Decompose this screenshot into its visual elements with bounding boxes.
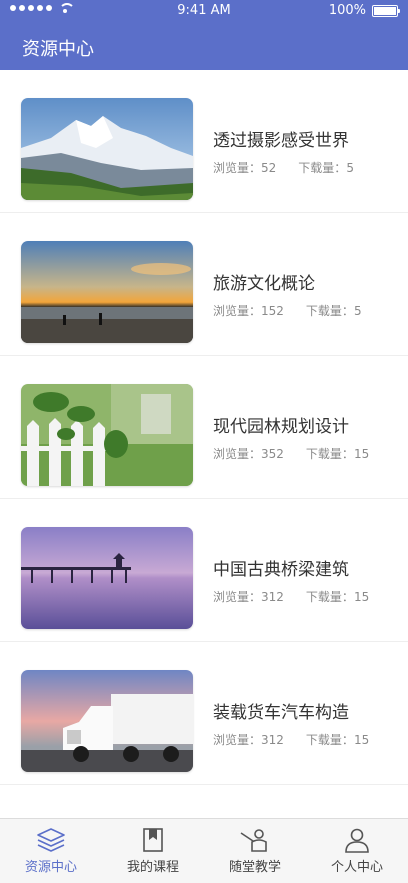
item-title: 透过摄影感受世界	[213, 131, 349, 151]
list-item[interactable]: 装载货车汽车构造 浏览量：312 下载量：15	[0, 642, 408, 785]
downloads-count: 15	[353, 733, 370, 747]
list-item[interactable]: 透过摄影感受世界 浏览量：52 下载量：5	[0, 70, 408, 213]
snowy-mountain-photo	[21, 98, 193, 200]
views-count: 312	[261, 733, 284, 747]
list-item[interactable]: 中国古典桥梁建筑 浏览量：312 下载量：15	[0, 499, 408, 642]
list-item[interactable]: 旅游文化概论 浏览量：152 下载量：5	[0, 213, 408, 356]
battery-icon	[372, 4, 400, 17]
item-title: 装载货车汽车构造	[213, 703, 349, 723]
semi-truck-photo	[21, 670, 193, 772]
tab-label: 资源中心	[24, 860, 77, 875]
downloads-count: 15	[353, 447, 370, 461]
bottom-tab-bar: 资源中心 我的课程 随堂教学 个人中心	[0, 818, 408, 883]
downloads-label: 下载量：	[305, 590, 354, 604]
item-stats: 浏览量：352 下载量：15	[213, 445, 369, 462]
views-label: 浏览量：	[213, 447, 262, 461]
tab-label: 随堂教学	[228, 860, 281, 875]
tab-classroom-teaching[interactable]: 随堂教学	[204, 819, 306, 883]
tab-label: 个人中心	[330, 860, 383, 875]
downloads-label: 下载量：	[305, 733, 354, 747]
tab-resource-center[interactable]: 资源中心	[0, 819, 102, 883]
views-label: 浏览量：	[213, 590, 262, 604]
downloads-label: 下载量：	[305, 447, 354, 461]
nav-header: 资源中心	[0, 22, 408, 70]
page-title: 资源中心	[22, 39, 94, 60]
views-label: 浏览量：	[213, 733, 262, 747]
beach-sunset-photo	[21, 241, 193, 343]
item-title: 中国古典桥梁建筑	[213, 560, 349, 580]
item-stats: 浏览量：152 下载量：5	[213, 302, 362, 319]
downloads-label: 下载量：	[298, 161, 347, 175]
downloads-label: 下载量：	[305, 304, 354, 318]
item-stats: 浏览量：52 下载量：5	[213, 159, 354, 176]
battery-area: 100%	[328, 3, 400, 18]
downloads-count: 5	[353, 304, 362, 318]
battery-percent: 100%	[328, 3, 366, 18]
downloads-count: 15	[353, 590, 370, 604]
status-bar: 9:41 AM 100%	[0, 0, 408, 22]
tab-label: 我的课程	[126, 860, 179, 875]
item-stats: 浏览量：312 下载量：15	[213, 588, 369, 605]
views-label: 浏览量：	[213, 161, 262, 175]
views-count: 352	[261, 447, 284, 461]
list-item[interactable]: 现代园林规划设计 浏览量：352 下载量：15	[0, 356, 408, 499]
pier-dusk-photo	[21, 527, 193, 629]
views-label: 浏览量：	[213, 304, 262, 318]
downloads-count: 5	[346, 161, 354, 175]
garden-fence-photo	[21, 384, 193, 486]
item-title: 旅游文化概论	[213, 274, 315, 294]
tab-personal-center[interactable]: 个人中心	[306, 819, 408, 883]
user-icon	[345, 828, 369, 853]
item-title: 现代园林规划设计	[213, 417, 349, 437]
views-count: 312	[261, 590, 284, 604]
tab-my-courses[interactable]: 我的课程	[102, 819, 204, 883]
views-count: 52	[261, 161, 277, 175]
item-stats: 浏览量：312 下载量：15	[213, 731, 369, 748]
layers-icon	[37, 828, 65, 852]
resource-list: 透过摄影感受世界 浏览量：52 下载量：5 旅游文化概论 浏览量：152 下载量：5	[0, 70, 408, 785]
views-count: 152	[261, 304, 284, 318]
bookmark-book-icon	[143, 828, 163, 852]
teacher-board-icon	[240, 829, 267, 852]
